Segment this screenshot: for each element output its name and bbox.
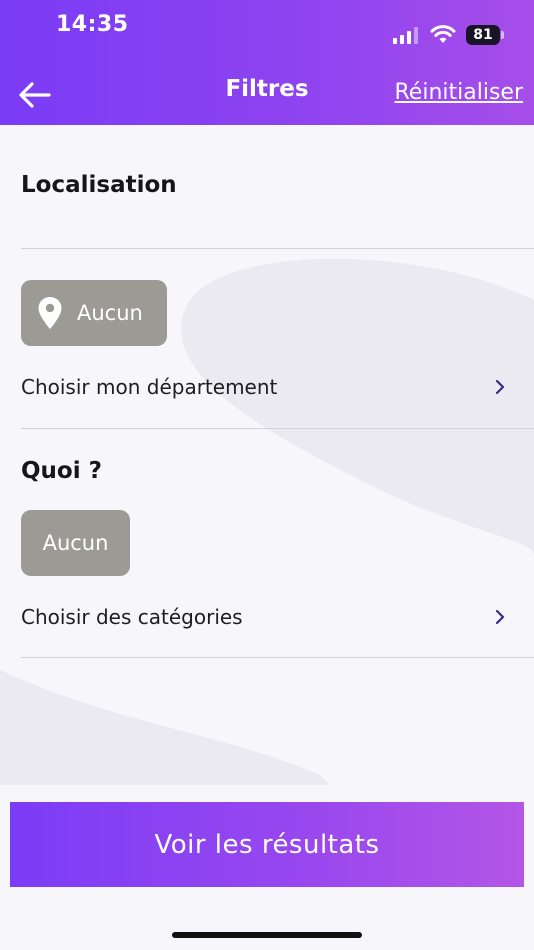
location-chip[interactable]: Aucun xyxy=(21,280,167,346)
home-indicator xyxy=(172,932,362,938)
cellular-signal-icon xyxy=(393,26,418,44)
reset-link[interactable]: Réinitialiser xyxy=(395,80,524,105)
divider xyxy=(21,657,534,658)
location-section-title: Localisation xyxy=(21,172,177,198)
wifi-icon xyxy=(430,25,456,43)
chevron-right-icon xyxy=(495,379,505,395)
location-chip-label: Aucun xyxy=(77,301,143,325)
category-chip[interactable]: Aucun xyxy=(21,510,130,576)
choose-categories-label: Choisir des catégories xyxy=(21,605,243,629)
divider xyxy=(21,428,534,429)
status-icons: 81 xyxy=(393,24,504,46)
what-section-title: Quoi ? xyxy=(21,458,102,484)
choose-categories-row[interactable]: Choisir des catégories xyxy=(21,597,513,637)
battery-level: 81 xyxy=(473,27,493,43)
choose-department-label: Choisir mon département xyxy=(21,375,278,399)
app-header: 14:35 81 Filtres Réinitialiser xyxy=(0,0,534,125)
divider xyxy=(21,248,534,249)
choose-department-row[interactable]: Choisir mon département xyxy=(21,367,513,407)
location-pin-icon xyxy=(37,296,63,330)
status-time: 14:35 xyxy=(56,12,129,37)
see-results-button[interactable]: Voir les résultats xyxy=(10,802,524,887)
chevron-right-icon xyxy=(495,609,505,625)
battery-icon: 81 xyxy=(466,25,504,45)
category-chip-label: Aucun xyxy=(42,531,109,555)
